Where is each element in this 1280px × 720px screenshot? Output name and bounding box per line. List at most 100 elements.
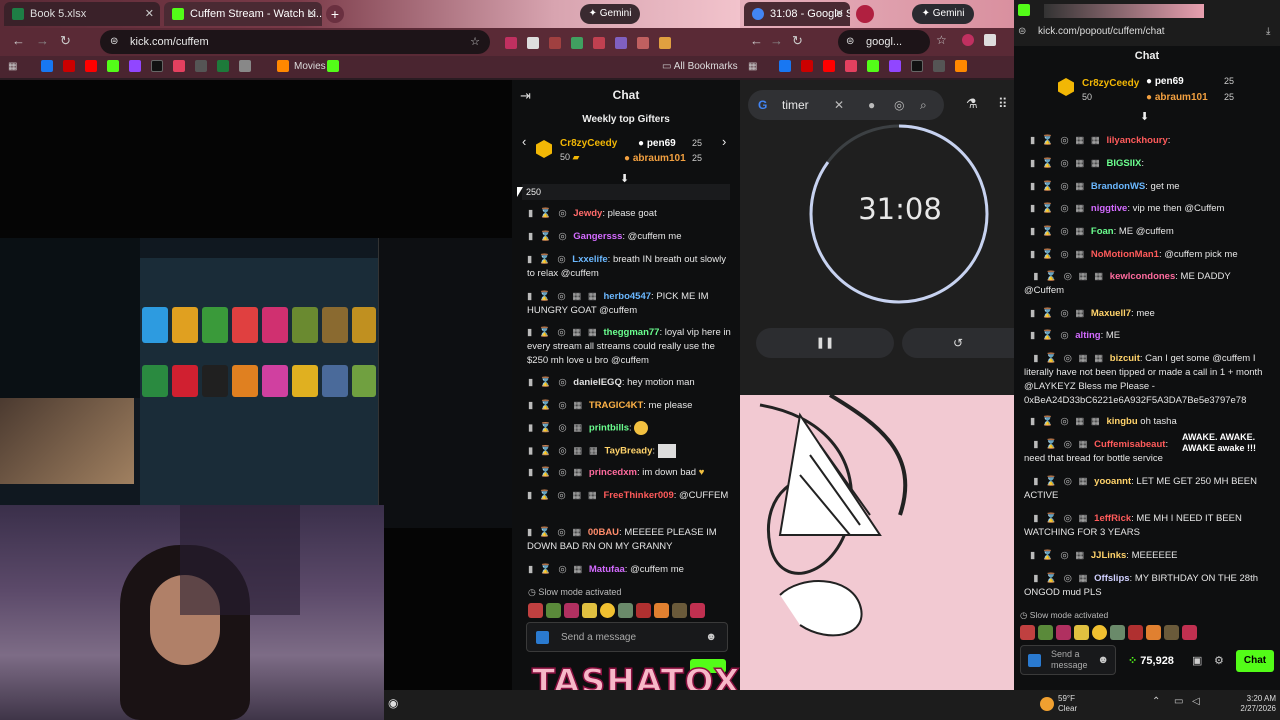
- emote-icon[interactable]: [1056, 625, 1071, 641]
- extension-icon[interactable]: [637, 36, 649, 49]
- emote-icon[interactable]: [672, 603, 687, 619]
- chat-username[interactable]: NoMotionMan1: [1091, 249, 1159, 260]
- weather-icon[interactable]: [1040, 697, 1054, 711]
- folder-icon[interactable]: [955, 60, 967, 73]
- bookmark-icon[interactable]: [933, 60, 945, 73]
- back-icon[interactable]: ←: [12, 33, 25, 48]
- chat-username[interactable]: TRAGIC4KT: [589, 400, 643, 411]
- gifter-abraum101[interactable]: ● abraum101: [624, 153, 686, 164]
- emote-icon[interactable]: [600, 603, 615, 619]
- site-info-icon[interactable]: ⊜: [846, 30, 854, 54]
- chat-username[interactable]: lilyanckhoury: [1107, 135, 1168, 146]
- new-tab-button[interactable]: [856, 5, 874, 23]
- site-info-icon[interactable]: ⊜: [110, 30, 118, 54]
- chat-username[interactable]: Lxxelife: [572, 254, 607, 265]
- chat-send-button[interactable]: Chat: [1236, 650, 1274, 672]
- bookmark-movies[interactable]: Movies: [272, 56, 326, 78]
- game-tile[interactable]: [172, 307, 198, 343]
- emote-icon[interactable]: [1128, 625, 1143, 641]
- chat-username[interactable]: 1effRick: [1094, 513, 1131, 524]
- emote-icon[interactable]: [636, 603, 651, 619]
- extension-icon[interactable]: [984, 34, 996, 46]
- gemini-button[interactable]: ✦ Gemini: [580, 4, 640, 24]
- extension-icon[interactable]: [527, 36, 539, 49]
- game-tile[interactable]: [262, 307, 288, 343]
- youtube-icon[interactable]: [823, 60, 835, 73]
- gifter-pen69[interactable]: ● pen69: [638, 138, 676, 149]
- extension-icon[interactable]: [962, 34, 974, 46]
- emote-icon[interactable]: [528, 603, 543, 619]
- apps-icon[interactable]: ▦: [748, 56, 757, 78]
- bookmark-icon[interactable]: [217, 60, 229, 73]
- facebook-icon[interactable]: [41, 60, 53, 73]
- address-bar[interactable]: ⊜ kick.com/cuffem ☆: [100, 30, 490, 54]
- chat-username[interactable]: BIGSIIX: [1107, 158, 1142, 169]
- x-icon[interactable]: [911, 60, 923, 73]
- profile-icon[interactable]: [659, 36, 671, 49]
- bookmark-icon[interactable]: [195, 60, 207, 73]
- new-tab-button[interactable]: +: [326, 5, 344, 23]
- extension-icon[interactable]: [615, 36, 627, 49]
- tab-book5[interactable]: Book 5.xlsx ✕: [4, 2, 160, 26]
- game-tile[interactable]: [142, 365, 168, 397]
- game-tile[interactable]: [352, 365, 376, 397]
- youtube-icon[interactable]: [85, 60, 97, 73]
- extension-icon[interactable]: [571, 36, 583, 49]
- close-icon[interactable]: ✕: [835, 2, 844, 26]
- emote-icon[interactable]: [1074, 625, 1089, 641]
- emote-icon[interactable]: [1020, 625, 1035, 641]
- emote-icon[interactable]: [690, 603, 705, 619]
- instagram-icon[interactable]: [845, 60, 857, 73]
- chat-username[interactable]: FreeThinker009: [604, 490, 674, 501]
- next-arrow-icon[interactable]: ›: [722, 134, 726, 149]
- extension-icon[interactable]: [593, 36, 605, 49]
- chat-username[interactable]: danielEGQ: [573, 377, 622, 388]
- site-info-icon[interactable]: ⊜: [1018, 26, 1026, 37]
- chat-username[interactable]: 00BAU: [588, 527, 619, 538]
- bookmark-icon[interactable]: [63, 60, 75, 73]
- emote-icon[interactable]: [618, 603, 633, 619]
- pin-icon[interactable]: ⬇: [1140, 110, 1149, 123]
- game-tile[interactable]: [262, 365, 288, 397]
- chat-username[interactable]: BrandonWS: [1091, 181, 1145, 192]
- emote-icon[interactable]: [564, 603, 579, 619]
- star-icon[interactable]: ☆: [470, 30, 480, 54]
- camera-search-icon[interactable]: ◎: [894, 90, 904, 120]
- kick-icon[interactable]: [107, 60, 119, 73]
- twitch-icon[interactable]: [129, 60, 141, 73]
- kick-balance[interactable]: ⁘ 75,928: [1128, 654, 1174, 667]
- chat-username[interactable]: Matufaa: [589, 564, 625, 575]
- gifter-name[interactable]: Cr8zyCeedy: [1082, 78, 1139, 89]
- download-icon[interactable]: ⤓: [1266, 26, 1270, 37]
- game-tile[interactable]: [322, 365, 348, 397]
- emote-icon[interactable]: [1092, 625, 1107, 641]
- twitch-icon[interactable]: [889, 60, 901, 73]
- gift-icon[interactable]: ▣: [1192, 654, 1202, 667]
- tab-timer[interactable]: 31:08 - Google S... ✕: [744, 2, 850, 26]
- chat-username[interactable]: Gangersss: [573, 231, 622, 242]
- reload-icon[interactable]: ↻: [60, 33, 71, 49]
- star-icon[interactable]: ☆: [936, 33, 947, 47]
- send-message-input[interactable]: Send a message ☻: [526, 622, 728, 652]
- x-icon[interactable]: [151, 60, 163, 73]
- game-tile[interactable]: [352, 307, 376, 343]
- kick-icon[interactable]: [867, 60, 879, 73]
- emote-icon[interactable]: [1182, 625, 1197, 641]
- close-icon[interactable]: ✕: [145, 2, 154, 26]
- game-tile[interactable]: [292, 365, 318, 397]
- settings-icon[interactable]: ⚙: [1214, 654, 1224, 667]
- chat-username[interactable]: Offslips: [1094, 573, 1129, 584]
- chat-username[interactable]: herbo4547: [604, 291, 652, 302]
- search-box[interactable]: G timer ✕ ● ◎ ⌕: [748, 90, 944, 120]
- chat-username[interactable]: kingbu: [1107, 416, 1138, 427]
- gifter-name[interactable]: Cr8zyCeedy: [560, 138, 617, 149]
- chat-username[interactable]: Jewdy: [573, 208, 602, 219]
- search-icon[interactable]: ⌕: [920, 90, 927, 120]
- game-tile[interactable]: [172, 365, 198, 397]
- bookmark-icon[interactable]: [239, 60, 251, 73]
- chevron-up-icon[interactable]: ⌃: [1152, 696, 1160, 707]
- pause-button[interactable]: ❚❚: [756, 328, 894, 358]
- instagram-icon[interactable]: [173, 60, 185, 73]
- back-icon[interactable]: ←: [750, 33, 763, 48]
- chat-username[interactable]: niggtive: [1091, 203, 1127, 214]
